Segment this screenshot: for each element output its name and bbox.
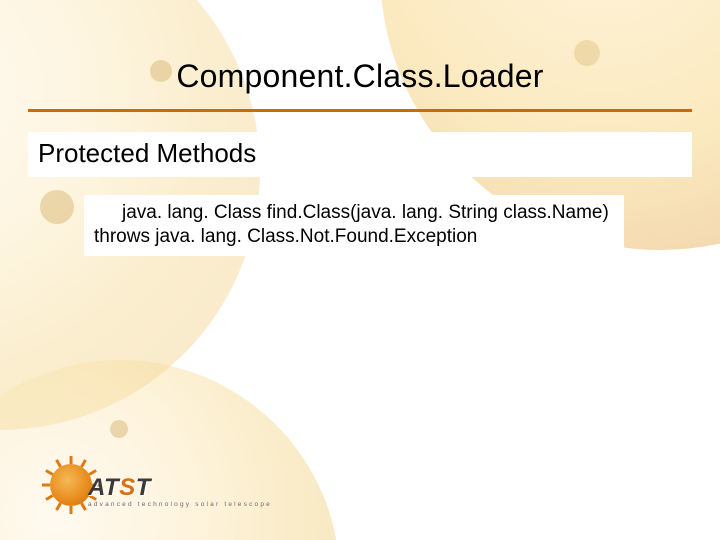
method-signature-line1: java. lang. Class find.Class(java. lang.… (94, 201, 614, 225)
slide-title: Component.Class.Loader (28, 58, 692, 95)
logo-acronym-prefix: AT (88, 474, 119, 501)
section-heading: Protected Methods (36, 138, 258, 169)
logo-tagline: advanced technology solar telescope (88, 502, 272, 509)
logo-acronym-s: S (119, 474, 136, 501)
logo-text-stack: ATST advanced technology solar telescope (106, 470, 290, 501)
logo-acronym-suffix: T (136, 474, 151, 501)
logo-acronym: ATST (88, 476, 272, 500)
method-signature-box: java. lang. Class find.Class(java. lang.… (84, 195, 624, 256)
slide-content: Component.Class.Loader Protected Methods… (0, 0, 720, 256)
method-signature-line2: throws java. lang. Class.Not.Found.Excep… (94, 225, 614, 249)
section-heading-box: Protected Methods (28, 132, 692, 177)
title-divider (28, 109, 692, 112)
atst-logo: ATST advanced technology solar telescope (44, 458, 290, 512)
